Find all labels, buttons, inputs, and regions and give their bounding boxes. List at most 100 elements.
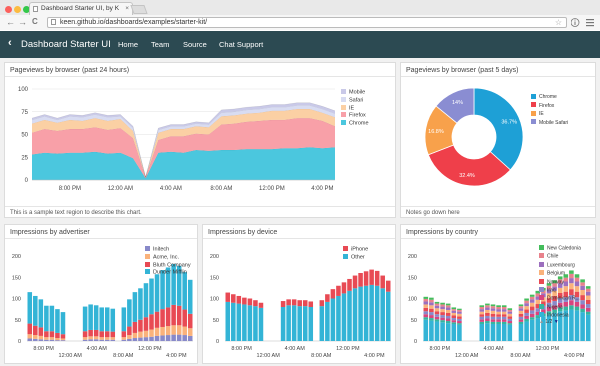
bar-segment [149,329,154,337]
bar-segment [429,308,434,313]
legend-item[interactable]: Dominican R... [539,295,581,303]
bar-segment [479,307,485,310]
bar-segment [445,309,451,313]
bookmark-star-icon[interactable]: ☆ [555,18,562,27]
legend-item[interactable]: Firefox [531,102,568,111]
bar-segment [99,307,104,332]
address-bar[interactable]: keen.github.io/dashboards/examples/start… [47,17,567,28]
y-tick-label: 25 [21,155,28,161]
bar-segment [187,335,193,341]
legend-item[interactable]: Luxembourg [539,261,581,270]
legend-item[interactable]: Mobile Safari [531,119,568,128]
legend-item[interactable]: Nigeria [539,303,581,312]
app-title[interactable]: Dashboard Starter UI [21,39,111,50]
bar-segment [457,311,462,314]
bar-segment [165,307,171,327]
nav-home[interactable]: Home [118,40,138,49]
legend-item[interactable]: Norway [539,278,581,287]
bar-segment [385,291,391,341]
bar-segment [445,312,451,316]
bar-segment [160,335,165,341]
reload-icon[interactable]: C [32,17,38,27]
legend-item[interactable]: IE [531,110,568,119]
x-tick-label: 8:00 PM [33,346,54,352]
bar-segment [358,286,363,341]
legend-swatch [539,295,544,301]
bar-segment [423,317,429,320]
pager-up-icon[interactable]: ▲ [539,319,544,325]
bar-segment [501,319,507,322]
bar-segment [88,336,93,340]
bar-segment [308,301,314,307]
bar-segment [187,313,193,329]
nav-source[interactable]: Source [183,40,207,49]
legend-item[interactable]: Acme, Inc. [145,253,191,262]
bar-segment [457,324,462,341]
legend-label: Chrome [539,94,557,100]
legend-item[interactable]: Chile [539,253,581,261]
close-window-button[interactable] [5,6,12,13]
bar-segment [580,312,585,341]
bar-segment [580,304,585,309]
y-tick-label: 50 [213,318,219,324]
legend-item[interactable]: Initech [145,246,191,254]
bar-segment [580,285,585,290]
divider [401,206,595,207]
bar-segment [440,315,445,318]
legend-item[interactable]: Mobile [341,89,369,97]
bar-segment [490,308,496,311]
legend-item[interactable]: Iraq [539,287,581,295]
back-chevron-icon[interactable]: ‹ [8,37,12,49]
bar-segment [286,305,291,341]
new-tab-button[interactable] [130,5,148,14]
bar-segment [176,305,182,326]
legend-item[interactable]: Other [343,253,368,262]
legend-swatch [531,110,536,116]
bar-segment [93,336,99,340]
bar-segment [507,323,513,325]
legend-item[interactable]: Bluth Company [145,261,191,270]
legend-item[interactable]: iPhone [343,246,368,254]
back-arrow-icon[interactable]: ← [6,17,15,27]
legend-item[interactable]: Dunder Mifflin [145,269,191,277]
bar-segment [496,311,501,315]
bar-segment [440,317,445,321]
bar-segment [434,305,440,309]
bar-segment [445,318,451,322]
bar-segment [369,284,374,341]
bar-segment [55,340,60,341]
bar-segment [440,302,445,305]
bar-segment [457,316,462,319]
bar-segment [501,309,507,312]
legend-item[interactable]: Belgium [539,270,581,278]
menu-icon[interactable] [586,19,594,21]
legend-item[interactable]: Chrome [341,120,369,128]
bar-segment [236,295,242,304]
bar-segment [451,309,457,311]
bar-segment [187,328,193,336]
legend-item[interactable]: New Caledonia [539,245,581,253]
bar-segment [445,305,451,308]
pager-down-icon[interactable]: ▼ [554,319,559,325]
legend-item[interactable]: Chrome [531,93,568,102]
minimize-window-button[interactable] [14,6,21,13]
browser-tab[interactable]: Dashboard Starter UI, by K × [29,2,133,15]
bar-segment [524,306,529,310]
close-tab-icon[interactable]: × [125,5,129,12]
panel-pageviews-24h: Pageviews by browser (past 24 hours) 0 25… [4,62,396,218]
bar-segment [423,304,429,308]
legend-item[interactable]: IE [341,104,369,113]
x-tick-label: 8:00 AM [311,353,332,359]
bar-segment [280,307,286,341]
nav-team[interactable]: Team [151,40,169,49]
bar-segment [585,304,591,308]
bar-segment [165,326,171,336]
legend-swatch [539,261,544,267]
bar-segment [451,307,457,310]
legend-item[interactable]: Safari [341,96,369,105]
forward-arrow-icon[interactable]: → [18,17,27,27]
nav-chat-support[interactable]: Chat Support [219,40,263,49]
panel-pageviews-5d: Pageviews by browser (past 5 days) 36.7%… [400,62,596,218]
legend-item[interactable]: Firefox [341,112,369,120]
y-tick-label: 200 [12,254,21,260]
